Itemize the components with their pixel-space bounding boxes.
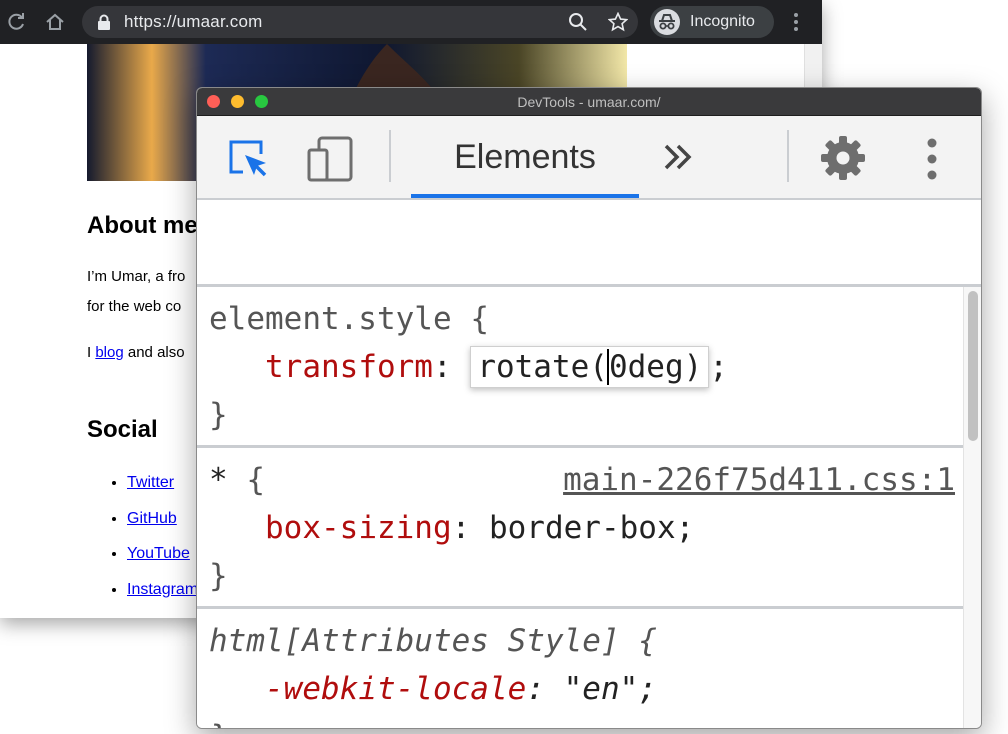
incognito-icon xyxy=(654,9,680,35)
star-icon[interactable] xyxy=(607,11,629,32)
about-paragraph-line2: for the web co xyxy=(87,298,182,315)
css-property-name[interactable]: transform xyxy=(265,349,433,385)
devtools-titlebar[interactable]: DevTools - umaar.com/ xyxy=(197,88,981,116)
devtools-window: DevTools - umaar.com/ Elements element.s… xyxy=(196,87,982,729)
rule-selector[interactable]: * xyxy=(209,462,228,498)
style-rule-universal: * { main-226f75d411.css:1 box-sizing: bo… xyxy=(197,448,963,609)
social-heading: Social xyxy=(87,416,158,443)
kebab-menu-icon[interactable] xyxy=(921,136,943,182)
rule-selector: html[Attributes Style] xyxy=(209,623,620,659)
about-paragraph-blog: I blog and also xyxy=(87,344,185,361)
about-paragraph-line1: I’m Umar, a fro xyxy=(87,268,186,285)
url-text: https://umaar.com xyxy=(124,12,263,31)
toolbar-divider xyxy=(389,130,391,182)
scrollbar-thumb[interactable] xyxy=(968,291,978,441)
blog-link[interactable]: blog xyxy=(95,344,123,361)
css-property-value[interactable]: border-box xyxy=(489,510,676,546)
chevron-double-right-icon[interactable] xyxy=(661,142,695,172)
home-icon[interactable] xyxy=(44,11,66,33)
incognito-indicator[interactable]: Incognito xyxy=(650,6,774,38)
github-link[interactable]: GitHub xyxy=(127,510,177,527)
list-item: Instagram xyxy=(127,579,198,615)
kebab-menu-icon[interactable] xyxy=(788,11,804,33)
device-toolbar-icon[interactable] xyxy=(305,134,355,184)
css-property-value: "en" xyxy=(563,671,639,707)
stylesheet-source-link[interactable]: main-226f75d411.css:1 xyxy=(563,456,955,504)
reload-icon[interactable] xyxy=(5,11,27,33)
css-value-editor[interactable]: rotate(0deg) xyxy=(470,346,710,388)
devtools-toolbar: Elements xyxy=(197,116,981,200)
tab-elements[interactable]: Elements xyxy=(411,116,639,198)
style-rule-element-style: element.style { transform: rotate(0deg);… xyxy=(197,287,963,448)
style-rule-attributes-style: html[Attributes Style] { -webkit-locale:… xyxy=(209,623,657,728)
inspect-element-icon[interactable] xyxy=(225,136,271,182)
incognito-label: Incognito xyxy=(690,13,755,30)
styles-scrollbar[interactable] xyxy=(963,287,981,728)
toolbar-divider xyxy=(787,130,789,182)
css-property-name[interactable]: box-sizing xyxy=(265,510,452,546)
dom-tree-panel[interactable] xyxy=(197,200,981,287)
list-item: Twitter xyxy=(127,472,198,508)
youtube-link[interactable]: YouTube xyxy=(127,545,190,562)
gear-icon[interactable] xyxy=(819,134,867,182)
rule-selector[interactable]: element.style xyxy=(209,301,452,337)
list-item: GitHub xyxy=(127,508,198,544)
social-links-list: Twitter GitHub YouTube Instagram xyxy=(87,472,198,614)
zoom-icon[interactable] xyxy=(568,12,588,32)
browser-toolbar: https://umaar.com Incognito xyxy=(0,0,822,44)
list-item: YouTube xyxy=(127,543,198,579)
address-bar[interactable]: https://umaar.com xyxy=(82,6,638,38)
active-tab-indicator xyxy=(411,194,639,198)
styles-pane: element.style { transform: rotate(0deg);… xyxy=(197,287,963,728)
css-property-name: -webkit-locale xyxy=(265,671,527,707)
instagram-link[interactable]: Instagram xyxy=(127,581,198,598)
about-heading: About me xyxy=(87,212,198,239)
lock-icon xyxy=(96,14,112,30)
twitter-link[interactable]: Twitter xyxy=(127,474,174,491)
tab-elements-label: Elements xyxy=(454,138,596,176)
window-title: DevTools - umaar.com/ xyxy=(517,94,661,110)
